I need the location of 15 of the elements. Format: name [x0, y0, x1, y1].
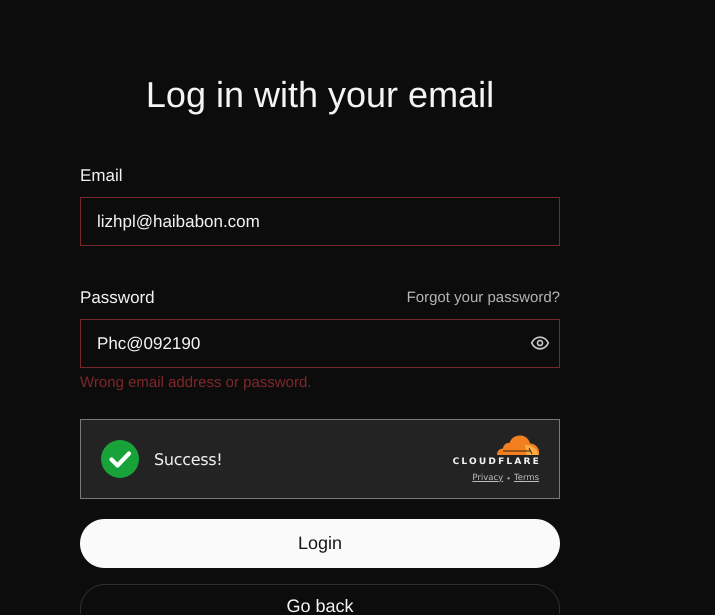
- email-field[interactable]: lizhpl@haibabon.com: [80, 197, 560, 246]
- page-title: Log in with your email: [146, 74, 494, 116]
- forgot-password-link[interactable]: Forgot your password?: [406, 288, 560, 308]
- cloud-logo-icon: [495, 434, 539, 454]
- captcha-status-text: Success!: [154, 450, 222, 468]
- email-label: Email: [80, 166, 123, 186]
- login-button[interactable]: Login: [80, 519, 560, 568]
- privacy-link[interactable]: Privacy: [472, 472, 504, 484]
- password-field[interactable]: Phc@092190: [80, 319, 560, 368]
- brand-name: CLOUDFLARE: [452, 456, 541, 468]
- password-label: Password: [80, 288, 155, 308]
- bullet-separator: •: [507, 472, 510, 484]
- go-back-button[interactable]: Go back: [80, 584, 560, 614]
- error-message: Wrong email address or password.: [80, 374, 312, 392]
- terms-link[interactable]: Terms: [514, 472, 539, 484]
